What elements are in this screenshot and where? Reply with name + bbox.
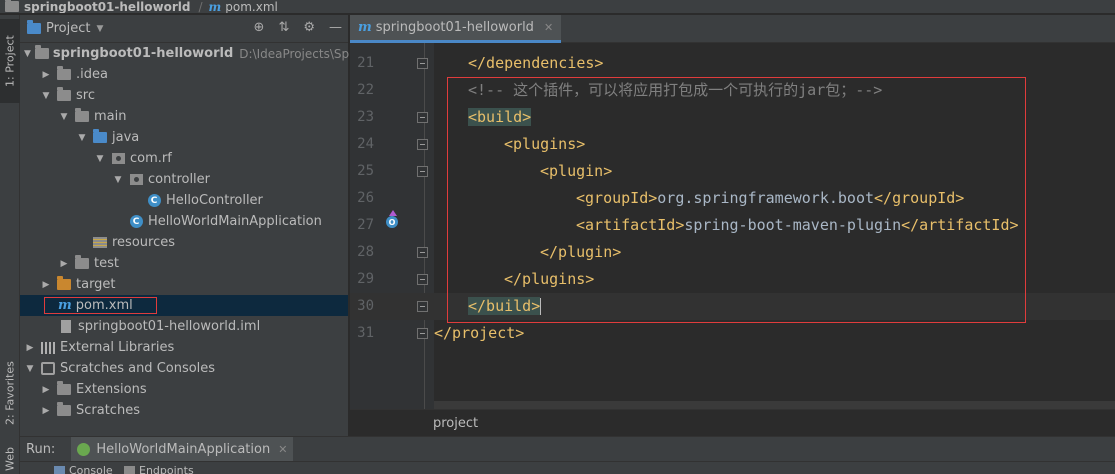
project-folder-icon (26, 20, 42, 36)
spring-boot-icon (77, 442, 91, 456)
fold-marker-icon[interactable] (417, 58, 428, 69)
scratches-icon (40, 362, 56, 376)
project-tree: ▼ springboot01-helloworld D:\IdeaProject… (20, 43, 373, 421)
tree-item-java[interactable]: ▼ java (20, 127, 348, 148)
excluded-folder-icon (56, 276, 72, 292)
maven-icon: m (358, 20, 372, 35)
tree-item-main[interactable]: ▼ main (20, 106, 348, 127)
folder-icon (74, 108, 90, 124)
editor-tab-pom[interactable]: m springboot01-helloworld ✕ (350, 15, 562, 43)
expanded-arrow-icon: ▼ (26, 363, 34, 374)
fold-marker-icon[interactable] (417, 112, 428, 123)
navigation-bar: springboot01-helloworld / m pom.xml (0, 0, 1115, 14)
project-view-selector[interactable]: Project ▼ (26, 20, 104, 36)
highlight-box (447, 77, 1026, 323)
tree-item-target[interactable]: ▶ target (20, 274, 348, 295)
close-icon[interactable]: ✕ (278, 443, 287, 456)
tree-item-extensions[interactable]: ▶ Extensions (20, 379, 348, 400)
tree-item-iml[interactable]: springboot01-helloworld.iml (20, 316, 348, 337)
tree-item-hello-controller[interactable]: C HelloController (20, 190, 348, 211)
tab-web[interactable]: Web (0, 445, 20, 474)
collapsed-arrow-icon: ▶ (60, 258, 68, 269)
horizontal-scrollbar[interactable] (434, 401, 1115, 409)
code-line: 21 </dependencies> (357, 54, 604, 72)
tree-item-idea[interactable]: ▶ .idea (20, 64, 348, 85)
tree-item-main-application[interactable]: C HelloWorldMainApplication (20, 211, 348, 232)
highlight-box (44, 297, 157, 314)
spring-boot-class-icon: C (128, 215, 144, 229)
tree-item-src[interactable]: ▼ src (20, 85, 348, 106)
maven-icon: m (208, 0, 222, 14)
tab-console[interactable]: Console (54, 464, 113, 474)
folder-icon (56, 66, 72, 82)
breadcrumb-project[interactable]: springboot01-helloworld (0, 0, 197, 13)
run-tool-window-header: Run: HelloWorldMainApplication ✕ (20, 436, 1115, 462)
tree-item-test[interactable]: ▶ test (20, 253, 348, 274)
collapsed-arrow-icon: ▶ (42, 69, 50, 80)
expanded-arrow-icon: ▼ (60, 111, 68, 122)
chevron-down-icon: ▼ (96, 23, 104, 34)
library-icon (40, 341, 56, 355)
class-icon: C (146, 194, 162, 208)
resources-folder-icon (92, 236, 108, 250)
fold-marker-icon[interactable] (417, 247, 428, 258)
run-label: Run: (26, 441, 56, 457)
breadcrumb-file[interactable]: m pom.xml (205, 0, 284, 14)
tree-item-pom[interactable]: m pom.xml (20, 295, 348, 316)
breadcrumb-separator: / (198, 0, 203, 14)
editor-tab-bar: m springboot01-helloworld ✕ (350, 15, 1115, 43)
tree-item-external-libraries[interactable]: ▶ External Libraries (20, 337, 348, 358)
code-line: 31 </project> (357, 324, 525, 342)
tab-project[interactable]: 1: Project (0, 19, 20, 103)
fold-marker-icon[interactable] (417, 166, 428, 177)
collapsed-arrow-icon: ▶ (26, 342, 34, 353)
console-icon (54, 466, 65, 474)
folder-icon (56, 402, 72, 418)
fold-marker-icon[interactable] (417, 274, 428, 285)
fold-marker-icon[interactable] (417, 139, 428, 150)
fold-marker-icon[interactable] (417, 328, 428, 339)
tree-item-resources[interactable]: resources (20, 232, 348, 253)
folder-icon (74, 255, 90, 271)
tree-item-package[interactable]: ▼ com.rf (20, 148, 348, 169)
collapsed-arrow-icon: ▶ (42, 405, 50, 416)
collapsed-arrow-icon: ▶ (42, 279, 50, 290)
hide-icon[interactable]: — (329, 20, 342, 35)
overridden-method-icon[interactable]: O (386, 210, 400, 228)
source-folder-icon (92, 129, 108, 145)
project-toolbar: Project ▼ ⊕ ⇅ ⚙ — (20, 15, 348, 43)
locate-icon[interactable]: ⊕ (254, 20, 265, 35)
tab-endpoints[interactable]: Endpoints (124, 464, 194, 474)
project-panel: Project ▼ ⊕ ⇅ ⚙ — ▼ springboot01-hellowo… (20, 15, 373, 436)
expanded-arrow-icon: ▼ (24, 48, 31, 59)
run-subtabs: Console Endpoints (20, 461, 1115, 474)
gear-icon[interactable]: ⚙ (303, 20, 315, 35)
editor-breadcrumb[interactable]: project (350, 409, 1115, 436)
tree-item-scratches-consoles[interactable]: ▼ Scratches and Consoles (20, 358, 348, 379)
package-icon (110, 152, 126, 166)
expanded-arrow-icon: ▼ (78, 132, 86, 143)
tab-favorites[interactable]: 2: Favorites (0, 355, 20, 431)
close-icon[interactable]: ✕ (544, 21, 553, 34)
tree-item-controller[interactable]: ▼ controller (20, 169, 348, 190)
editor-panel: m springboot01-helloworld ✕ 21 </depende… (350, 15, 1115, 436)
expanded-arrow-icon: ▼ (42, 90, 50, 101)
fold-marker-icon[interactable] (417, 301, 428, 312)
folder-icon (4, 0, 20, 13)
left-tool-strip: 1: Project 2: Favorites Web (0, 15, 20, 474)
collapsed-arrow-icon: ▶ (42, 384, 50, 395)
tree-item-root[interactable]: ▼ springboot01-helloworld D:\IdeaProject… (20, 43, 373, 64)
collapse-all-icon[interactable]: ⇅ (278, 20, 289, 35)
module-file-icon (58, 320, 74, 334)
run-tab-main-application[interactable]: HelloWorldMainApplication ✕ (71, 436, 294, 462)
folder-icon (56, 381, 72, 397)
endpoints-icon (124, 466, 135, 474)
tree-item-scratches[interactable]: ▶ Scratches (20, 400, 348, 421)
module-folder-icon (34, 45, 49, 61)
package-icon (128, 173, 144, 187)
expanded-arrow-icon: ▼ (114, 174, 122, 185)
folder-icon (56, 87, 72, 103)
expanded-arrow-icon: ▼ (96, 153, 104, 164)
